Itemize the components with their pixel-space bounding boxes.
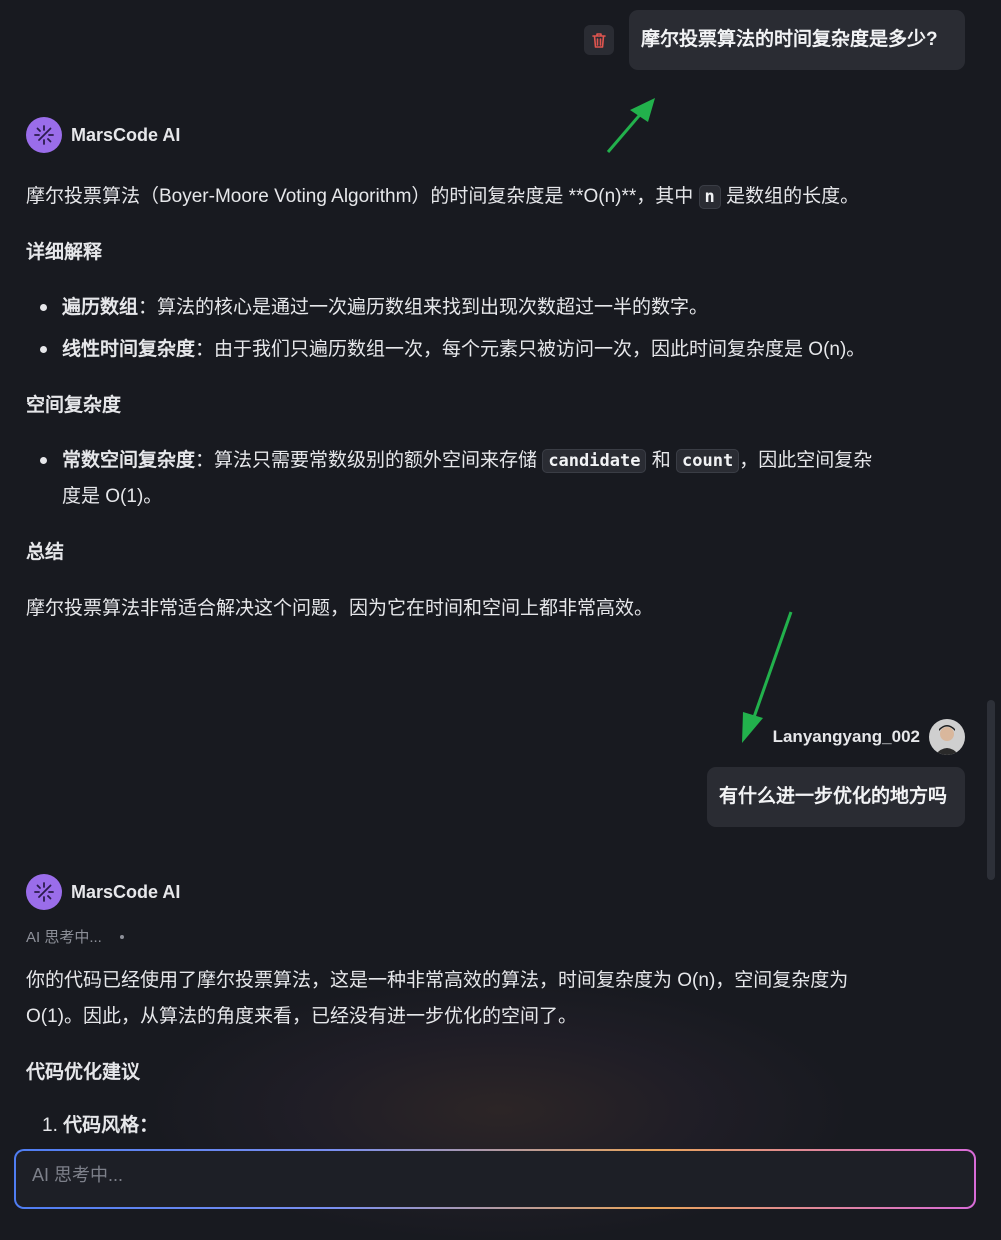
list-item-text: ，因此空间复杂 [739,450,873,471]
list-item-bold: 代码风格： [63,1115,159,1136]
list-item-text: ：由于我们只遍历数组一次，每个元素只被访问一次，因此时间复杂度是 O(n)。 [195,339,866,360]
annotation-arrow [606,98,655,153]
user-message-bubble: 摩尔投票算法的时间复杂度是多少? [629,10,965,70]
list-item-text: 和 [651,450,671,471]
sparkle-icon [34,125,54,145]
list-item-text: ：算法的核心是通过一次遍历数组来找到出现次数超过一半的数字。 [138,297,709,318]
list-item-text: ：算法只需要常数级别的额外空间来存储 [195,450,538,471]
ai-paragraph: O(1)。因此，从算法的角度来看，已经没有进一步优化的空间了。 [26,1006,578,1027]
paragraph-text: 是数组的长度。 [726,186,860,207]
user-avatar-icon [929,719,965,755]
section-heading: 详细解释 [26,242,103,263]
section-heading: 总结 [26,542,65,563]
user-message-text: 有什么进一步优化的地方吗 [719,786,948,807]
loading-dot [119,934,124,939]
scrollbar[interactable] [987,700,995,880]
section-heading: 代码优化建议 [26,1062,141,1083]
thinking-status: AI 思考中... [26,926,124,947]
ai-name: MarsCode AI [71,124,181,145]
paragraph-text: 摩尔投票算法（Boyer-Moore Voting Algorithm）的时间复… [26,186,694,207]
user-message-bubble: 有什么进一步优化的地方吗 [707,767,965,827]
ai-avatar [26,874,62,910]
trash-icon [592,32,606,48]
section-heading: 空间复杂度 [26,395,122,416]
ai-paragraph: 摩尔投票算法非常适合解决这个问题，因为它在时间和空间上都非常高效。 [26,598,654,619]
user-name: Lanyangyang_002 [772,727,920,746]
list-number: 1. [42,1115,58,1136]
ai-paragraph: 摩尔投票算法（Boyer-Moore Voting Algorithm）的时间复… [26,185,926,209]
user-message-header: Lanyangyang_002 [773,718,965,756]
ai-name: MarsCode AI [71,881,181,902]
sparkle-icon [34,882,54,902]
inline-code: candidate [542,449,647,473]
ai-message-header: MarsCode AI [26,117,180,153]
ai-paragraph: 你的代码已经使用了摩尔投票算法，这是一种非常高效的算法，时间复杂度为 O(n)，… [26,970,849,991]
thinking-text: AI 思考中... [26,929,102,946]
inline-code: n [698,185,721,209]
list-item-bold: 常数空间复杂度 [62,450,196,471]
ordered-list-item: 1. 代码风格： [42,1114,942,1138]
list-item-bold: 遍历数组 [62,297,139,318]
ai-avatar [26,117,62,153]
bullet [40,304,47,311]
chat-input[interactable] [30,1159,934,1191]
delete-message-button[interactable] [584,25,614,55]
chat-input-box [14,1149,976,1209]
avatar[interactable] [929,719,965,755]
bullet [40,346,47,353]
list-item-bold: 线性时间复杂度 [62,339,196,360]
inline-code: count [676,449,740,473]
bullet [40,457,47,464]
ai-message-header: MarsCode AI [26,874,180,910]
user-message-text: 摩尔投票算法的时间复杂度是多少? [641,29,938,50]
